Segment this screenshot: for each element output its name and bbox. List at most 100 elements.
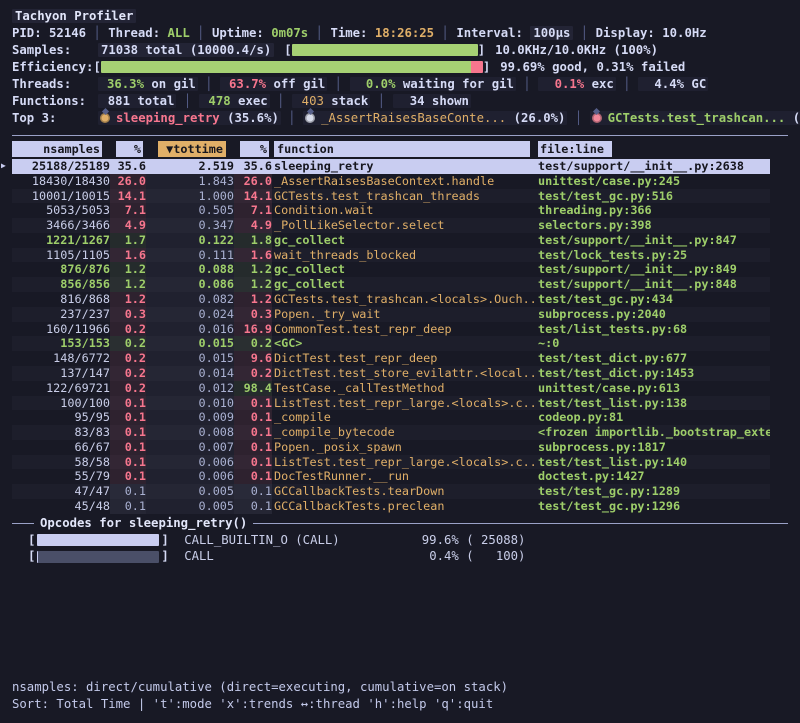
cell-tottime: 0.086	[146, 277, 234, 292]
opcode-name: CALL_BUILTIN_O (CALL)	[169, 532, 415, 549]
table-row[interactable]: 83/830.10.0080.1_compile_bytecode<frozen…	[12, 425, 770, 440]
cell-pct-cumulative-value: 0.2	[251, 336, 272, 350]
cell-pct-direct: 0.1	[110, 410, 146, 425]
gold-medal-icon	[100, 113, 110, 123]
column-header-cell: ▼tottime	[146, 141, 234, 157]
cell-nsamples: 876/876	[12, 262, 110, 277]
table-row[interactable]: 5053/50537.10.5057.1Condition.waitthread…	[12, 203, 770, 218]
table-row[interactable]: 66/670.10.0070.1Popen._posix_spawnsubpro…	[12, 440, 770, 455]
cell-file-line: subprocess.py:2040	[536, 307, 770, 322]
table-row[interactable]: 816/8681.20.0821.2GCTests.test_trashcan.…	[12, 292, 770, 307]
top3-items: sleeping_retry (35.6%) │ _AssertRaisesBa…	[98, 111, 800, 125]
efficiency-label: Efficiency:	[12, 60, 93, 74]
threads-segment: 0.0% waiting for gil	[350, 77, 516, 91]
status-bar: PID: 52146 │ Thread: ALL │ Uptime: 0m07s…	[12, 25, 788, 42]
top3-percent: (14.1%)	[793, 111, 800, 125]
cell-nsamples: 153/153	[12, 336, 110, 351]
title-line: Tachyon Profiler	[12, 8, 788, 25]
table-row[interactable]: 58/580.10.0060.1ListTest.test_repr_large…	[12, 455, 770, 470]
cell-pct-cumulative: 0.1	[234, 484, 272, 499]
cell-pct-cumulative-value: 1.8	[251, 233, 272, 247]
cell-pct-direct: 1.2	[110, 277, 146, 292]
opcode-percent: 0.4%	[415, 548, 459, 565]
cell-function: GCCallbackTests.tearDown	[272, 484, 536, 499]
cell-pct-direct-value: 0.1	[125, 425, 146, 439]
table-row[interactable]: 148/67720.20.0159.6DictTest.test_repr_de…	[12, 351, 770, 366]
table-row[interactable]: 1221/12671.70.1221.8gc_collecttest/suppo…	[12, 233, 770, 248]
separator-icon: │	[370, 94, 392, 108]
column-header-tottime[interactable]: ▼tottime	[158, 141, 226, 157]
status-time-value: 18:26:25	[375, 26, 434, 40]
table-row[interactable]: 153/1530.20.0150.2<GC>~:0	[12, 336, 770, 351]
functions-label: Functions:	[12, 93, 98, 110]
cell-function: gc_collect	[272, 233, 536, 248]
table-row[interactable]: 137/1470.20.0140.2DictTest.test_store_ev…	[12, 366, 770, 381]
cell-pct-direct-value: 0.3	[125, 307, 146, 321]
cell-pct-direct: 0.2	[110, 351, 146, 366]
cell-nsamples: 95/95	[12, 410, 110, 425]
cell-pct-direct-value: 1.7	[125, 233, 146, 247]
cell-pct-cumulative-value: 1.6	[251, 248, 272, 262]
status-display-value: 10.0Hz	[662, 26, 706, 40]
table-row[interactable]: 100/1000.10.0100.1ListTest.test_repr_lar…	[12, 396, 770, 411]
column-header-function[interactable]: function	[274, 141, 530, 157]
table-row[interactable]: 18430/1843026.01.84326.0_AssertRaisesBas…	[12, 174, 770, 189]
cell-tottime: 0.111	[146, 248, 234, 263]
table-row[interactable]: 1105/11051.60.1111.6wait_threads_blocked…	[12, 248, 770, 263]
table-row[interactable]: 160/119660.20.01616.9CommonTest.test_rep…	[12, 322, 770, 337]
column-header-pct-direct[interactable]: %	[116, 141, 143, 157]
cell-function-value: ListTest.test_repr_large.<locals>.c...	[274, 455, 536, 469]
cell-tottime: 0.010	[146, 396, 234, 411]
right-bracket: ]	[161, 532, 168, 549]
cell-function: Popen._posix_spawn	[272, 440, 536, 455]
cell-pct-cumulative-value: 1.2	[251, 292, 272, 306]
separator-icon: │	[327, 77, 349, 91]
cell-file-line: test/support/__init__.py:848	[536, 277, 770, 292]
selected-row-arrow-icon: ▶	[1, 159, 6, 174]
cell-pct-cumulative: 0.1	[234, 425, 272, 440]
threads-text: on gil	[144, 77, 196, 91]
cell-file-line-value: test/lock_tests.py:25	[538, 248, 687, 262]
column-header-nsamples[interactable]: nsamples	[12, 141, 102, 157]
cell-file-line: test/test_gc.py:516	[536, 189, 770, 204]
table-row[interactable]: 55/790.10.0060.1DocTestRunner.__rundocte…	[12, 469, 770, 484]
column-header-cell: file:line	[536, 141, 770, 157]
separator-icon: │	[198, 77, 220, 91]
cell-function-value: wait_threads_blocked	[274, 248, 416, 262]
table-row[interactable]: 10001/1001514.11.00014.1GCTests.test_tra…	[12, 189, 770, 204]
column-header-pct-cumul[interactable]: %	[240, 141, 269, 157]
cell-tottime-value: 0.007	[198, 440, 234, 454]
status-pid-label: PID:	[12, 26, 49, 40]
table-row[interactable]: 856/8561.20.0861.2gc_collecttest/support…	[12, 277, 770, 292]
table-row[interactable]: 237/2370.30.0240.3Popen._try_waitsubproc…	[12, 307, 770, 322]
table-row[interactable]: 122/697210.20.01298.4TestCase._callTestM…	[12, 381, 770, 396]
opcodes-header: Opcodes for sleeping_retry()	[12, 516, 788, 532]
table-row[interactable]: 3466/34664.90.3474.9_PollLikeSelector.se…	[12, 218, 770, 233]
cell-nsamples-value: 55/79	[74, 469, 110, 483]
cell-tottime-value: 0.009	[198, 410, 234, 424]
status-thread-label: Thread:	[108, 26, 167, 40]
separator-icon: │	[573, 26, 595, 40]
table-row[interactable]: 95/950.10.0090.1_compilecodeop.py:81	[12, 410, 770, 425]
cell-nsamples: 47/47	[12, 484, 110, 499]
cell-file-line-value: doctest.py:1427	[538, 469, 645, 483]
cell-file-line-value: unittest/case.py:613	[538, 381, 680, 395]
table-row[interactable]: 45/480.10.0050.1GCCallbackTests.preclean…	[12, 499, 770, 514]
top3-function-name: _AssertRaisesBaseConte...	[321, 111, 514, 125]
column-header-file-line[interactable]: file:line	[538, 141, 612, 157]
cell-tottime: 0.006	[146, 455, 234, 470]
table-row[interactable]: 876/8761.20.0881.2gc_collecttest/support…	[12, 262, 770, 277]
table-row[interactable]: ▶25188/2518935.62.51935.6sleeping_retryt…	[12, 159, 770, 174]
cell-nsamples-value: 816/868	[60, 292, 110, 306]
table-row[interactable]: 47/470.10.0050.1GCCallbackTests.tearDown…	[12, 484, 770, 499]
cell-function-value: _compile	[274, 410, 331, 424]
cell-tottime: 0.005	[146, 484, 234, 499]
table-body: ▶25188/2518935.62.51935.6sleeping_retryt…	[12, 159, 788, 514]
cell-function: <GC>	[272, 336, 536, 351]
cell-nsamples-value: 856/856	[60, 277, 110, 291]
efficiency-summary: 99.69% good, 0.31% failed	[500, 60, 685, 74]
samples-rate-bar	[292, 44, 478, 56]
efficiency-bar-failed-fill	[471, 61, 483, 73]
column-header-cell: %	[234, 141, 272, 157]
functions-segment: 403 stack	[292, 94, 370, 108]
